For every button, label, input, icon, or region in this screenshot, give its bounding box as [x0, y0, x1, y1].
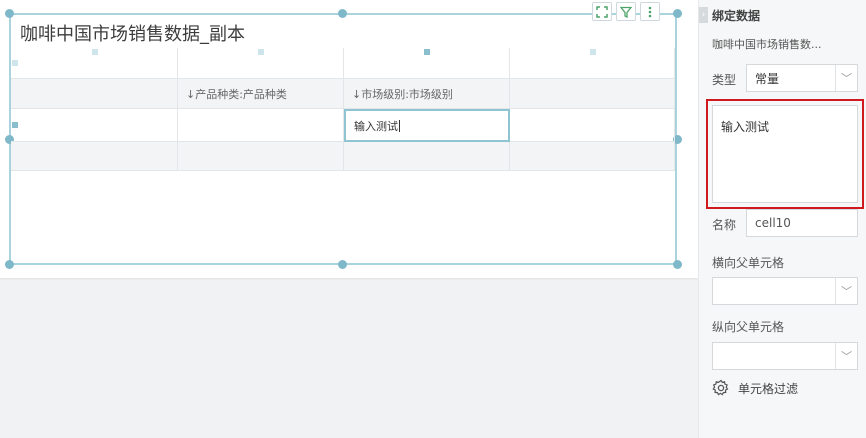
- table-cell[interactable]: [510, 109, 675, 142]
- widget-toolbar: [592, 2, 660, 21]
- value-textarea[interactable]: 输入测试: [712, 105, 858, 203]
- horizontal-parent-label: 横向父单元格: [712, 256, 785, 270]
- binding-panel: › 绑定数据 咖啡中国市场销售数... 类型 常量 ﹀ 输入测试 名称 cell…: [698, 0, 866, 438]
- resize-handle-top-left[interactable]: [5, 9, 14, 18]
- name-input[interactable]: cell10: [746, 209, 858, 237]
- resize-handle-top-right[interactable]: [673, 9, 682, 18]
- table-widget[interactable]: 咖啡中国市场销售数据_副本 ↓产品种类:产品种类 ↓市场级别:市场级别 输入测试: [0, 0, 698, 278]
- table-row: [11, 142, 675, 171]
- panel-header: › 绑定数据: [699, 6, 760, 24]
- dataset-name: 咖啡中国市场销售数...: [712, 38, 822, 51]
- filter-icon[interactable]: [616, 2, 636, 21]
- name-value: cell10: [755, 216, 791, 230]
- horizontal-parent-select[interactable]: ﹀: [712, 277, 858, 305]
- cell-filter-label: 单元格过滤: [738, 381, 799, 396]
- vertical-parent-select[interactable]: ﹀: [712, 342, 858, 370]
- name-label: 名称: [712, 218, 737, 232]
- widget-title: 咖啡中国市场销售数据_副本: [20, 24, 245, 45]
- expand-icon[interactable]: [592, 2, 612, 21]
- resize-handle-bottom-right[interactable]: [673, 260, 682, 269]
- active-table-cell[interactable]: 输入测试: [344, 109, 510, 142]
- table-cell-market-level[interactable]: ↓市场级别:市场级别: [344, 79, 510, 109]
- table-cell[interactable]: [178, 109, 344, 142]
- expand-icon-graphic: [596, 5, 608, 18]
- more-vertical-icon[interactable]: [640, 2, 660, 21]
- filter-icon-graphic: [620, 6, 632, 18]
- table-row: 输入测试: [11, 109, 675, 142]
- table-cell[interactable]: [178, 48, 344, 79]
- more-vertical-icon-graphic: [648, 6, 652, 17]
- type-select[interactable]: 常量 ﹀: [746, 64, 858, 92]
- table-cell[interactable]: [510, 142, 675, 171]
- table-grid: ↓产品种类:产品种类 ↓市场级别:市场级别 输入测试: [11, 48, 675, 171]
- resize-handle-bottom-left[interactable]: [5, 260, 14, 269]
- table-cell[interactable]: [11, 109, 178, 142]
- chevron-down-icon[interactable]: ﹀: [835, 65, 857, 91]
- chevron-down-icon[interactable]: ﹀: [835, 343, 857, 369]
- table-row: ↓产品种类:产品种类 ↓市场级别:市场级别: [11, 79, 675, 109]
- table-cell-product-type[interactable]: ↓产品种类:产品种类: [178, 79, 344, 109]
- resize-handle-bottom-center[interactable]: [338, 260, 347, 269]
- text-caret: [399, 119, 400, 132]
- vertical-parent-label: 纵向父单元格: [712, 320, 785, 334]
- table-cell[interactable]: [510, 79, 675, 109]
- table-cell[interactable]: [344, 48, 510, 79]
- gear-icon: [712, 379, 729, 396]
- table-cell[interactable]: [11, 48, 178, 79]
- chevron-right-icon[interactable]: ›: [699, 7, 708, 23]
- cell-filter-button[interactable]: 单元格过滤: [712, 379, 798, 397]
- report-canvas[interactable]: 咖啡中国市场销售数据_副本 ↓产品种类:产品种类 ↓市场级别:市场级别 输入测试: [0, 0, 698, 438]
- table-cell[interactable]: [510, 48, 675, 79]
- value-text: 输入测试: [721, 120, 770, 134]
- chevron-down-icon[interactable]: ﹀: [835, 278, 857, 304]
- table-cell[interactable]: [178, 142, 344, 171]
- active-cell-text: 输入测试: [354, 119, 398, 133]
- type-select-value: 常量: [755, 71, 780, 86]
- resize-handle-top-center[interactable]: [338, 9, 347, 18]
- type-label: 类型: [712, 73, 737, 87]
- table-cell[interactable]: [11, 142, 178, 171]
- table-cell[interactable]: [344, 142, 510, 171]
- table-cell[interactable]: [11, 79, 178, 109]
- table-row: [11, 48, 675, 79]
- panel-title: 绑定数据: [712, 8, 761, 23]
